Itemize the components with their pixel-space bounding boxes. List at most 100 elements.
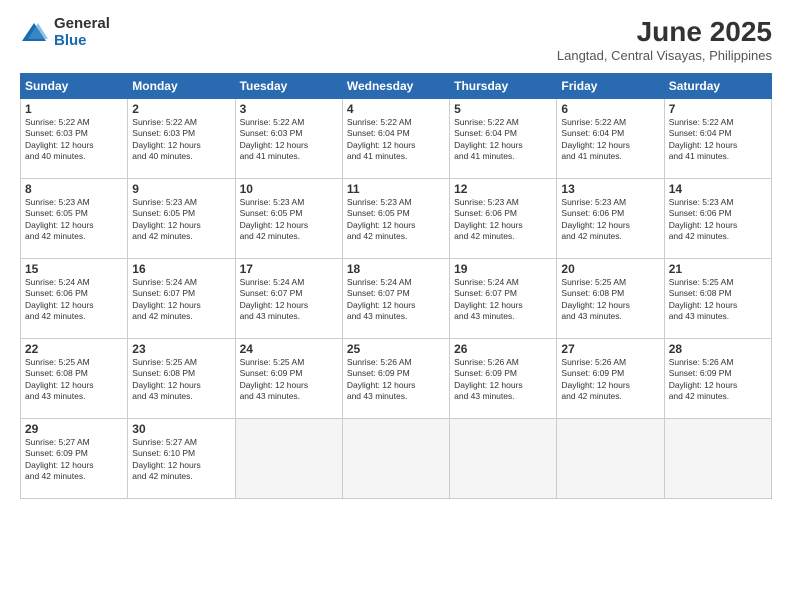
header: General Blue June 2025 Langtad, Central … bbox=[20, 16, 772, 63]
day-number: 16 bbox=[132, 262, 230, 276]
day-number: 20 bbox=[561, 262, 659, 276]
day-cell-29: 29Sunrise: 5:27 AM Sunset: 6:09 PM Dayli… bbox=[21, 419, 128, 499]
empty-cell bbox=[342, 419, 449, 499]
day-number: 10 bbox=[240, 182, 338, 196]
day-cell-2: 2Sunrise: 5:22 AM Sunset: 6:03 PM Daylig… bbox=[128, 99, 235, 179]
day-info: Sunrise: 5:23 AM Sunset: 6:05 PM Dayligh… bbox=[347, 197, 445, 243]
day-info: Sunrise: 5:22 AM Sunset: 6:03 PM Dayligh… bbox=[240, 117, 338, 163]
day-header-thursday: Thursday bbox=[450, 74, 557, 99]
day-number: 19 bbox=[454, 262, 552, 276]
day-cell-24: 24Sunrise: 5:25 AM Sunset: 6:09 PM Dayli… bbox=[235, 339, 342, 419]
day-info: Sunrise: 5:24 AM Sunset: 6:07 PM Dayligh… bbox=[347, 277, 445, 323]
day-number: 11 bbox=[347, 182, 445, 196]
day-header-friday: Friday bbox=[557, 74, 664, 99]
day-cell-11: 11Sunrise: 5:23 AM Sunset: 6:05 PM Dayli… bbox=[342, 179, 449, 259]
day-cell-5: 5Sunrise: 5:22 AM Sunset: 6:04 PM Daylig… bbox=[450, 99, 557, 179]
day-number: 9 bbox=[132, 182, 230, 196]
day-info: Sunrise: 5:24 AM Sunset: 6:06 PM Dayligh… bbox=[25, 277, 123, 323]
day-info: Sunrise: 5:23 AM Sunset: 6:06 PM Dayligh… bbox=[454, 197, 552, 243]
day-number: 3 bbox=[240, 102, 338, 116]
day-info: Sunrise: 5:23 AM Sunset: 6:05 PM Dayligh… bbox=[25, 197, 123, 243]
day-cell-28: 28Sunrise: 5:26 AM Sunset: 6:09 PM Dayli… bbox=[664, 339, 771, 419]
day-info: Sunrise: 5:22 AM Sunset: 6:04 PM Dayligh… bbox=[454, 117, 552, 163]
empty-cell bbox=[664, 419, 771, 499]
day-cell-16: 16Sunrise: 5:24 AM Sunset: 6:07 PM Dayli… bbox=[128, 259, 235, 339]
day-header-wednesday: Wednesday bbox=[342, 74, 449, 99]
day-cell-25: 25Sunrise: 5:26 AM Sunset: 6:09 PM Dayli… bbox=[342, 339, 449, 419]
day-number: 5 bbox=[454, 102, 552, 116]
empty-cell bbox=[450, 419, 557, 499]
week-row-4: 22Sunrise: 5:25 AM Sunset: 6:08 PM Dayli… bbox=[21, 339, 772, 419]
day-info: Sunrise: 5:23 AM Sunset: 6:06 PM Dayligh… bbox=[669, 197, 767, 243]
day-cell-21: 21Sunrise: 5:25 AM Sunset: 6:08 PM Dayli… bbox=[664, 259, 771, 339]
day-number: 12 bbox=[454, 182, 552, 196]
day-cell-30: 30Sunrise: 5:27 AM Sunset: 6:10 PM Dayli… bbox=[128, 419, 235, 499]
day-number: 17 bbox=[240, 262, 338, 276]
day-number: 15 bbox=[25, 262, 123, 276]
day-number: 2 bbox=[132, 102, 230, 116]
day-cell-6: 6Sunrise: 5:22 AM Sunset: 6:04 PM Daylig… bbox=[557, 99, 664, 179]
day-cell-20: 20Sunrise: 5:25 AM Sunset: 6:08 PM Dayli… bbox=[557, 259, 664, 339]
day-cell-17: 17Sunrise: 5:24 AM Sunset: 6:07 PM Dayli… bbox=[235, 259, 342, 339]
calendar-subtitle: Langtad, Central Visayas, Philippines bbox=[557, 48, 772, 63]
day-cell-7: 7Sunrise: 5:22 AM Sunset: 6:04 PM Daylig… bbox=[664, 99, 771, 179]
day-cell-13: 13Sunrise: 5:23 AM Sunset: 6:06 PM Dayli… bbox=[557, 179, 664, 259]
day-number: 13 bbox=[561, 182, 659, 196]
day-number: 27 bbox=[561, 342, 659, 356]
calendar-title: June 2025 bbox=[557, 16, 772, 48]
day-info: Sunrise: 5:26 AM Sunset: 6:09 PM Dayligh… bbox=[347, 357, 445, 403]
logo-general: General bbox=[54, 16, 110, 33]
day-header-tuesday: Tuesday bbox=[235, 74, 342, 99]
day-cell-10: 10Sunrise: 5:23 AM Sunset: 6:05 PM Dayli… bbox=[235, 179, 342, 259]
day-info: Sunrise: 5:24 AM Sunset: 6:07 PM Dayligh… bbox=[240, 277, 338, 323]
day-info: Sunrise: 5:27 AM Sunset: 6:09 PM Dayligh… bbox=[25, 437, 123, 483]
day-info: Sunrise: 5:24 AM Sunset: 6:07 PM Dayligh… bbox=[454, 277, 552, 323]
day-header-saturday: Saturday bbox=[664, 74, 771, 99]
logo: General Blue bbox=[20, 16, 110, 49]
week-row-1: 1Sunrise: 5:22 AM Sunset: 6:03 PM Daylig… bbox=[21, 99, 772, 179]
day-cell-22: 22Sunrise: 5:25 AM Sunset: 6:08 PM Dayli… bbox=[21, 339, 128, 419]
day-info: Sunrise: 5:26 AM Sunset: 6:09 PM Dayligh… bbox=[454, 357, 552, 403]
day-number: 4 bbox=[347, 102, 445, 116]
title-block: June 2025 Langtad, Central Visayas, Phil… bbox=[557, 16, 772, 63]
day-number: 1 bbox=[25, 102, 123, 116]
day-number: 18 bbox=[347, 262, 445, 276]
week-row-2: 8Sunrise: 5:23 AM Sunset: 6:05 PM Daylig… bbox=[21, 179, 772, 259]
day-cell-15: 15Sunrise: 5:24 AM Sunset: 6:06 PM Dayli… bbox=[21, 259, 128, 339]
day-info: Sunrise: 5:25 AM Sunset: 6:08 PM Dayligh… bbox=[25, 357, 123, 403]
day-number: 6 bbox=[561, 102, 659, 116]
day-info: Sunrise: 5:22 AM Sunset: 6:04 PM Dayligh… bbox=[347, 117, 445, 163]
day-number: 24 bbox=[240, 342, 338, 356]
day-info: Sunrise: 5:23 AM Sunset: 6:06 PM Dayligh… bbox=[561, 197, 659, 243]
day-info: Sunrise: 5:23 AM Sunset: 6:05 PM Dayligh… bbox=[240, 197, 338, 243]
calendar-table: SundayMondayTuesdayWednesdayThursdayFrid… bbox=[20, 73, 772, 499]
day-info: Sunrise: 5:22 AM Sunset: 6:04 PM Dayligh… bbox=[669, 117, 767, 163]
day-number: 23 bbox=[132, 342, 230, 356]
day-info: Sunrise: 5:25 AM Sunset: 6:09 PM Dayligh… bbox=[240, 357, 338, 403]
day-info: Sunrise: 5:26 AM Sunset: 6:09 PM Dayligh… bbox=[561, 357, 659, 403]
day-cell-14: 14Sunrise: 5:23 AM Sunset: 6:06 PM Dayli… bbox=[664, 179, 771, 259]
week-row-3: 15Sunrise: 5:24 AM Sunset: 6:06 PM Dayli… bbox=[21, 259, 772, 339]
day-cell-23: 23Sunrise: 5:25 AM Sunset: 6:08 PM Dayli… bbox=[128, 339, 235, 419]
day-number: 28 bbox=[669, 342, 767, 356]
day-cell-12: 12Sunrise: 5:23 AM Sunset: 6:06 PM Dayli… bbox=[450, 179, 557, 259]
day-info: Sunrise: 5:22 AM Sunset: 6:03 PM Dayligh… bbox=[132, 117, 230, 163]
day-info: Sunrise: 5:27 AM Sunset: 6:10 PM Dayligh… bbox=[132, 437, 230, 483]
day-cell-19: 19Sunrise: 5:24 AM Sunset: 6:07 PM Dayli… bbox=[450, 259, 557, 339]
day-info: Sunrise: 5:25 AM Sunset: 6:08 PM Dayligh… bbox=[669, 277, 767, 323]
header-row: SundayMondayTuesdayWednesdayThursdayFrid… bbox=[21, 74, 772, 99]
day-number: 29 bbox=[25, 422, 123, 436]
week-row-5: 29Sunrise: 5:27 AM Sunset: 6:09 PM Dayli… bbox=[21, 419, 772, 499]
day-info: Sunrise: 5:22 AM Sunset: 6:03 PM Dayligh… bbox=[25, 117, 123, 163]
day-cell-4: 4Sunrise: 5:22 AM Sunset: 6:04 PM Daylig… bbox=[342, 99, 449, 179]
day-number: 8 bbox=[25, 182, 123, 196]
day-info: Sunrise: 5:24 AM Sunset: 6:07 PM Dayligh… bbox=[132, 277, 230, 323]
day-number: 21 bbox=[669, 262, 767, 276]
day-cell-26: 26Sunrise: 5:26 AM Sunset: 6:09 PM Dayli… bbox=[450, 339, 557, 419]
day-info: Sunrise: 5:22 AM Sunset: 6:04 PM Dayligh… bbox=[561, 117, 659, 163]
day-number: 22 bbox=[25, 342, 123, 356]
day-info: Sunrise: 5:23 AM Sunset: 6:05 PM Dayligh… bbox=[132, 197, 230, 243]
empty-cell bbox=[235, 419, 342, 499]
empty-cell bbox=[557, 419, 664, 499]
day-cell-27: 27Sunrise: 5:26 AM Sunset: 6:09 PM Dayli… bbox=[557, 339, 664, 419]
